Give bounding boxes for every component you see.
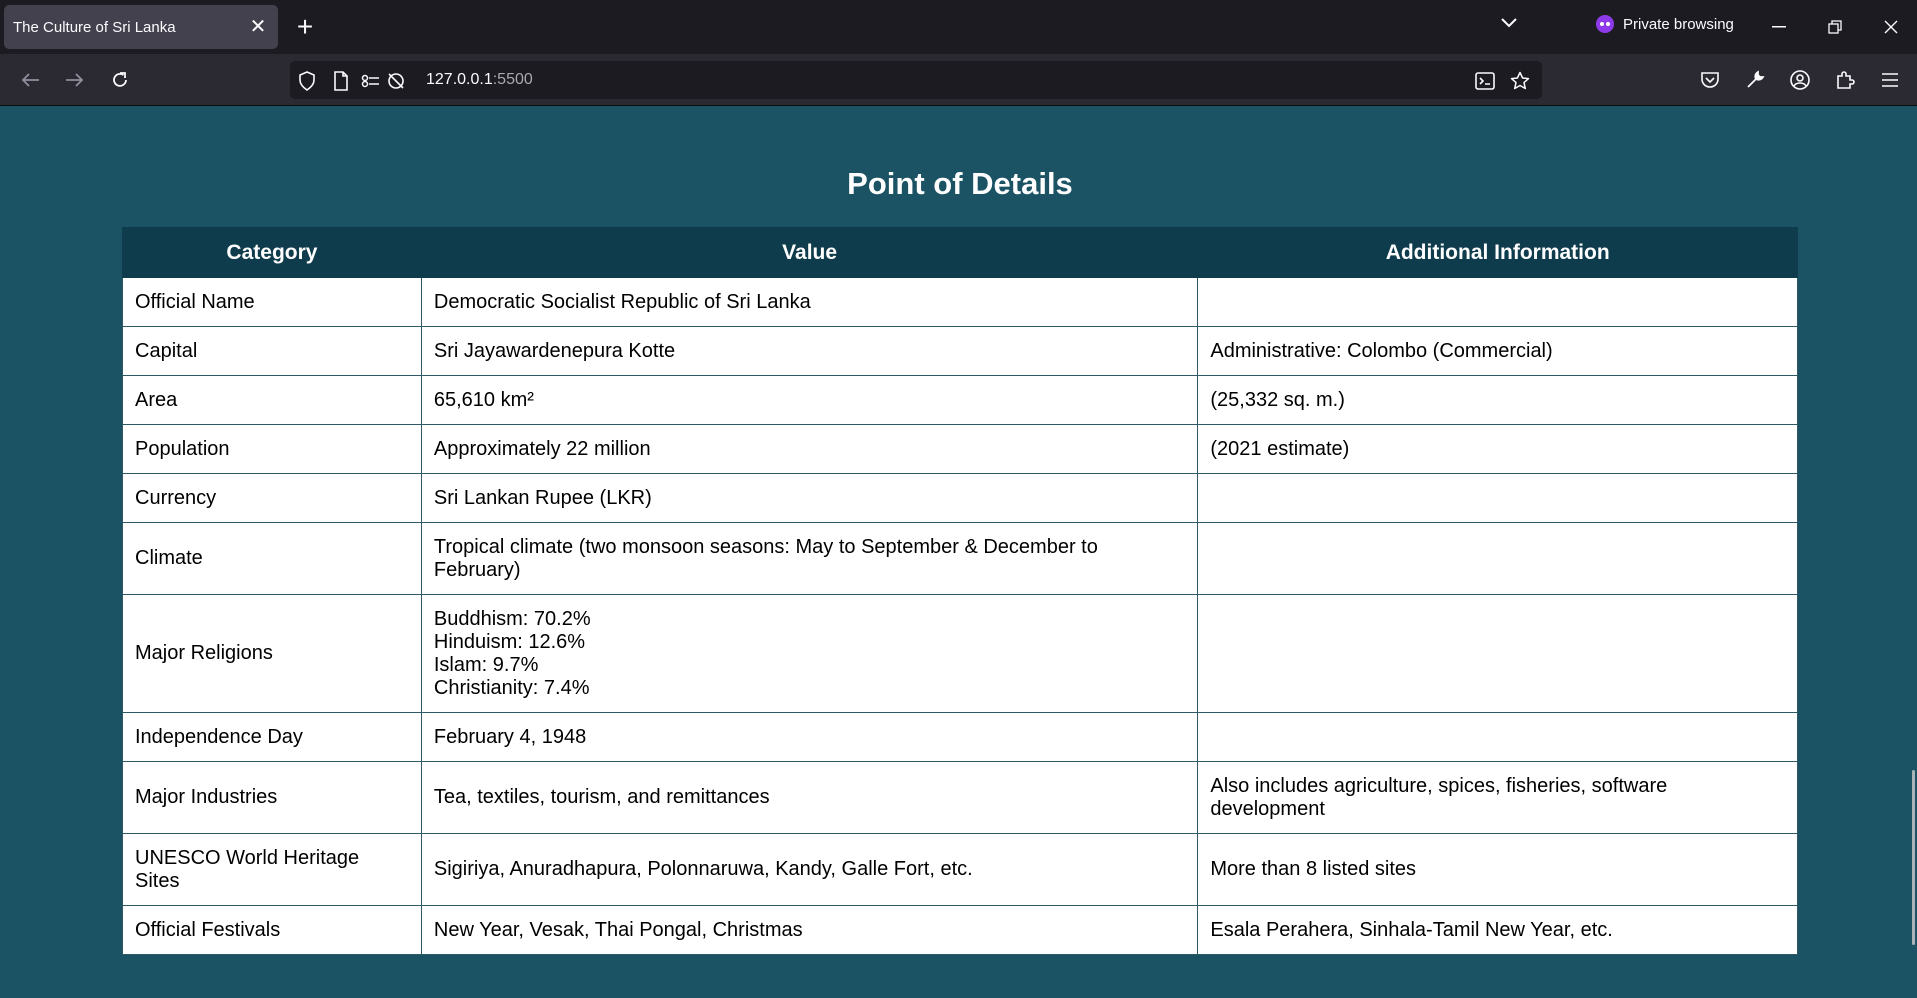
cell-info: Esala Perahera, Sinhala-Tamil New Year, … (1197, 905, 1798, 955)
cell-info (1197, 473, 1798, 523)
cell-info: Also includes agriculture, spices, fishe… (1197, 761, 1798, 834)
table-row: Population Approximately 22 million (202… (122, 424, 1798, 474)
extensions-icon[interactable] (1831, 66, 1859, 94)
cell-category: Independence Day (122, 712, 422, 762)
close-window-icon[interactable] (1876, 12, 1906, 42)
cell-category: Major Religions (122, 594, 422, 713)
header-value: Value (420, 227, 1199, 278)
forward-arrow-icon[interactable] (61, 66, 89, 94)
private-browsing-label: Private browsing (1623, 15, 1734, 33)
table-row: Official Festivals New Year, Vesak, Thai… (122, 905, 1798, 955)
cell-value: Sigiriya, Anuradhapura, Polonnaruwa, Kan… (420, 833, 1199, 906)
private-mask-icon (1596, 15, 1614, 33)
cell-value: 65,610 km² (420, 375, 1199, 425)
table-row: Official Name Democratic Socialist Repub… (122, 277, 1798, 327)
url-text[interactable]: 127.0.0.1:5500 (426, 71, 533, 89)
cell-value: Tea, textiles, tourism, and remittances (420, 761, 1199, 834)
tab-strip: The Culture of Sri Lanka ✕ + Private bro… (0, 0, 1917, 54)
permissions-icon[interactable] (360, 70, 382, 92)
new-tab-icon[interactable]: + (290, 12, 320, 42)
table-row: Independence Day February 4, 1948 (122, 712, 1798, 762)
table-row: Currency Sri Lankan Rupee (LKR) (122, 473, 1798, 523)
table-header-row: Category Value Additional Information (122, 227, 1798, 278)
reload-icon[interactable] (106, 66, 134, 94)
page-title: Point of Details (847, 166, 1073, 201)
religion-line: Christianity: 7.4% (433, 676, 590, 699)
cell-category: UNESCO World Heritage Sites (122, 833, 422, 906)
cell-category: Area (122, 375, 422, 425)
cell-category: Capital (122, 326, 422, 376)
tab-title: The Culture of Sri Lanka (13, 18, 176, 36)
private-browsing-indicator: Private browsing (1596, 15, 1734, 33)
pocket-icon[interactable] (1696, 66, 1724, 94)
table-row: Major Industries Tea, textiles, tourism,… (122, 761, 1798, 834)
details-table: Category Value Additional Information Of… (122, 227, 1798, 955)
account-icon[interactable] (1786, 66, 1814, 94)
cell-info: More than 8 listed sites (1197, 833, 1798, 906)
cell-value: Approximately 22 million (420, 424, 1199, 474)
shield-icon[interactable] (296, 70, 318, 92)
back-arrow-icon[interactable] (16, 66, 44, 94)
cell-category: Major Industries (122, 761, 422, 834)
cell-value: Buddhism: 70.2% Hinduism: 12.6% Islam: 9… (420, 594, 1199, 713)
religion-line: Islam: 9.7% (433, 653, 539, 676)
cell-info: (25,332 sq. m.) (1197, 375, 1798, 425)
page-icon[interactable] (330, 70, 352, 92)
cell-value: Sri Jayawardenepura Kotte (420, 326, 1199, 376)
cell-info (1197, 522, 1798, 595)
header-category: Category (122, 227, 422, 278)
cell-category: Official Festivals (122, 905, 422, 955)
cell-category: Official Name (122, 277, 422, 327)
url-host: 127.0.0.1 (426, 71, 493, 88)
close-tab-icon[interactable]: ✕ (248, 17, 268, 37)
address-bar[interactable]: 127.0.0.1:5500 (290, 61, 1542, 99)
cell-info (1197, 277, 1798, 327)
cell-value: February 4, 1948 (420, 712, 1199, 762)
bookmark-star-icon[interactable] (1509, 70, 1531, 92)
table-row: Major Religions Buddhism: 70.2% Hinduism… (122, 594, 1798, 713)
cell-info: (2021 estimate) (1197, 424, 1798, 474)
religion-line: Buddhism: 70.2% (433, 607, 591, 630)
header-additional-info: Additional Information (1197, 227, 1798, 278)
browser-tab[interactable]: The Culture of Sri Lanka ✕ (4, 5, 278, 49)
cell-category: Climate (122, 522, 422, 595)
cell-info (1197, 712, 1798, 762)
cell-value: Sri Lankan Rupee (LKR) (420, 473, 1199, 523)
cell-value: New Year, Vesak, Thai Pongal, Christmas (420, 905, 1199, 955)
table-row: Area 65,610 km² (25,332 sq. m.) (122, 375, 1798, 425)
menu-icon[interactable] (1876, 66, 1904, 94)
restore-icon[interactable] (1820, 12, 1850, 42)
navigation-toolbar: 127.0.0.1:5500 (0, 54, 1917, 106)
table-row: Capital Sri Jayawardenepura Kotte Admini… (122, 326, 1798, 376)
cell-category: Population (122, 424, 422, 474)
table-row: UNESCO World Heritage Sites Sigiriya, An… (122, 833, 1798, 906)
reader-view-icon[interactable] (1474, 70, 1496, 92)
cell-value: Democratic Socialist Republic of Sri Lan… (420, 277, 1199, 327)
cell-info (1197, 594, 1798, 713)
minimize-icon[interactable] (1764, 12, 1794, 42)
wrench-icon[interactable] (1741, 66, 1769, 94)
cell-category: Currency (122, 473, 422, 523)
scrollbar-thumb[interactable] (1912, 770, 1915, 945)
cell-value: Tropical climate (two monsoon seasons: M… (420, 522, 1199, 595)
tracking-protection-off-icon[interactable] (385, 70, 407, 92)
chevron-down-icon[interactable] (1500, 16, 1518, 34)
cell-info: Administrative: Colombo (Commercial) (1197, 326, 1798, 376)
url-port: :5500 (492, 71, 533, 88)
religion-line: Hinduism: 12.6% (433, 630, 586, 653)
table-row: Climate Tropical climate (two monsoon se… (122, 522, 1798, 595)
